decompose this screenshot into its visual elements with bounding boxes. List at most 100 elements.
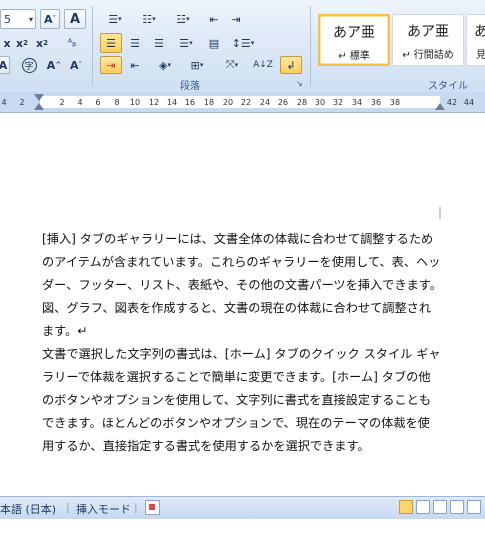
- style-name: ↵ 標準: [338, 51, 370, 62]
- paint-bucket-icon: ◈: [159, 58, 168, 72]
- ruler-number: 22: [240, 98, 252, 107]
- decrease-indent-button[interactable]: ⇤: [204, 9, 224, 29]
- paragraph-group-label: 段落: [180, 81, 200, 92]
- background-area: [0, 519, 485, 560]
- style-preview: あア亜: [407, 24, 449, 40]
- asian-layout-icon: ⤧: [225, 58, 235, 71]
- multilevel-list-button[interactable]: ☳ ▾: [168, 9, 198, 29]
- right-to-left-icon: ⇤: [130, 58, 140, 72]
- align-right-icon: ☰: [154, 36, 164, 50]
- ruler-number: 42: [446, 98, 458, 107]
- document-body[interactable]: [挿入] タブのギャラリーには、文書全体の体裁に合わせて調整するためのアイテムが…: [42, 228, 442, 458]
- language-indicator[interactable]: 本語 (日本): [0, 501, 56, 517]
- justify-button[interactable]: ☰ ▾: [172, 33, 200, 53]
- ruler-number: 10: [129, 98, 141, 107]
- decrease-indent-icon: ⇤: [209, 12, 219, 26]
- ruler-number: 26: [277, 98, 289, 107]
- ruler-number: 12: [148, 98, 160, 107]
- style-name: ↵ 行間詰め: [402, 50, 454, 61]
- paragraph-mark-icon: ↲: [286, 58, 296, 72]
- font-size-value: 5: [4, 12, 11, 26]
- outline-view-icon[interactable]: [450, 500, 464, 514]
- ruler-number: 24: [259, 98, 271, 107]
- multilevel-list-icon: ☳: [176, 12, 187, 26]
- ruler-number: 16: [184, 98, 196, 107]
- align-right-button[interactable]: ☰: [148, 33, 170, 53]
- grow-font-button[interactable]: A ^: [44, 56, 64, 74]
- ruler-number: 14: [166, 98, 178, 107]
- macro-record-icon[interactable]: [145, 500, 160, 515]
- web-layout-icon[interactable]: [433, 500, 447, 514]
- indent-marker-icon[interactable]: [34, 94, 44, 101]
- full-screen-reading-icon[interactable]: [416, 500, 430, 514]
- ruler-number: 6: [95, 98, 101, 107]
- ruler-number: 36: [370, 98, 382, 107]
- asian-layout-button[interactable]: ⤧ ▾: [218, 56, 246, 74]
- ruler-number: 28: [296, 98, 308, 107]
- style-normal[interactable]: あア亜 ↵ 標準: [318, 14, 390, 66]
- borders-button[interactable]: ⊞ ▾: [182, 56, 212, 74]
- eraser-icon: ᴬᵦ: [67, 37, 77, 49]
- print-layout-view-icon[interactable]: [399, 500, 413, 514]
- status-separator: |: [134, 501, 138, 514]
- increase-indent-icon: ⇥: [231, 12, 241, 26]
- sort-icon: A↓Z: [253, 60, 273, 70]
- enclosed-char-icon: 字: [21, 57, 37, 73]
- chevron-down-icon: ▾: [28, 14, 33, 24]
- font-size-combo[interactable]: 5 ▾: [0, 9, 36, 29]
- indent-marker-bottom-icon[interactable]: [34, 103, 44, 110]
- ruler-number: 2: [59, 98, 65, 107]
- style-heading[interactable]: あ 見: [466, 14, 485, 66]
- rtl-button[interactable]: ⇤: [124, 56, 146, 74]
- font-size-small-button[interactable]: Aˇ: [66, 56, 86, 74]
- style-no-spacing[interactable]: あア亜 ↵ 行間詰め: [392, 14, 464, 66]
- status-separator: |: [66, 501, 70, 514]
- subscript-button[interactable]: x2: [12, 33, 32, 53]
- document-paragraph-1: [挿入] タブのギャラリーには、文書全体の体裁に合わせて調整するためのアイテムが…: [42, 232, 442, 338]
- align-center-icon: ☰: [130, 36, 140, 50]
- justify-icon: ☰: [179, 36, 190, 50]
- border-icon: ⊞: [190, 58, 200, 72]
- ruler-number: 8: [114, 98, 120, 107]
- sort-button[interactable]: A↓Z: [252, 56, 274, 74]
- style-preview: あ: [474, 24, 485, 40]
- shrink-font-button[interactable]: Aˇ: [40, 9, 60, 29]
- ruler-number: 34: [351, 98, 363, 107]
- superscript-button[interactable]: x2: [32, 33, 52, 53]
- line-spacing-button[interactable]: ↕☰ ▾: [228, 33, 258, 53]
- align-center-button[interactable]: ☰: [124, 33, 146, 53]
- show-marks-button[interactable]: ↲: [280, 56, 302, 74]
- change-case-button[interactable]: A: [64, 9, 86, 29]
- numbered-list-button[interactable]: ☷ ▾: [134, 9, 164, 29]
- horizontal-ruler[interactable]: 4 2 2 4 6 8 10 12 14 16 18 20 22 24 26 28 30 32 34 36 38 42 44: [0, 92, 485, 113]
- ruler-number: 2: [19, 98, 25, 107]
- align-left-button[interactable]: ☰: [100, 33, 122, 53]
- ltr-button[interactable]: ⇥: [100, 56, 122, 74]
- dialog-launcher-icon[interactable]: ↘: [296, 79, 303, 88]
- align-left-icon: ☰: [106, 36, 116, 50]
- margin-corner-top-right: [439, 207, 441, 219]
- style-name: 見: [476, 50, 485, 61]
- enclose-char-button[interactable]: 字: [18, 56, 40, 74]
- insert-mode-indicator[interactable]: 挿入モード: [76, 501, 131, 517]
- right-indent-marker-icon[interactable]: [435, 103, 445, 110]
- ruler-number: 30: [314, 98, 326, 107]
- draft-view-icon[interactable]: [467, 500, 481, 514]
- document-paragraph-2: 文書で選択した文字列の書式は、[ホーム] タブのクイック スタイル ギャラリーで…: [42, 347, 441, 453]
- shading-button[interactable]: ◈ ▾: [150, 56, 180, 74]
- char-shading-button[interactable]: A: [0, 56, 10, 74]
- numbered-list-icon: ☷: [142, 12, 153, 26]
- bullet-list-button[interactable]: ☰ ▾: [100, 9, 130, 29]
- margin-corner-top-left: [28, 207, 40, 219]
- increase-indent-button[interactable]: ⇥: [226, 9, 246, 29]
- line-spacing-icon: ↕☰: [231, 36, 251, 50]
- ruler-number: 4: [1, 98, 7, 107]
- bullet-list-icon: ☰: [108, 12, 119, 26]
- ruler-number: 20: [222, 98, 234, 107]
- distribute-icon: ▤: [208, 36, 220, 50]
- ruler-number: 18: [203, 98, 215, 107]
- clear-format-button[interactable]: ᴬᵦ: [60, 33, 84, 53]
- style-preview: あア亜: [333, 25, 375, 41]
- distribute-button[interactable]: ▤: [203, 33, 225, 53]
- style-group-label: スタイル: [428, 81, 468, 92]
